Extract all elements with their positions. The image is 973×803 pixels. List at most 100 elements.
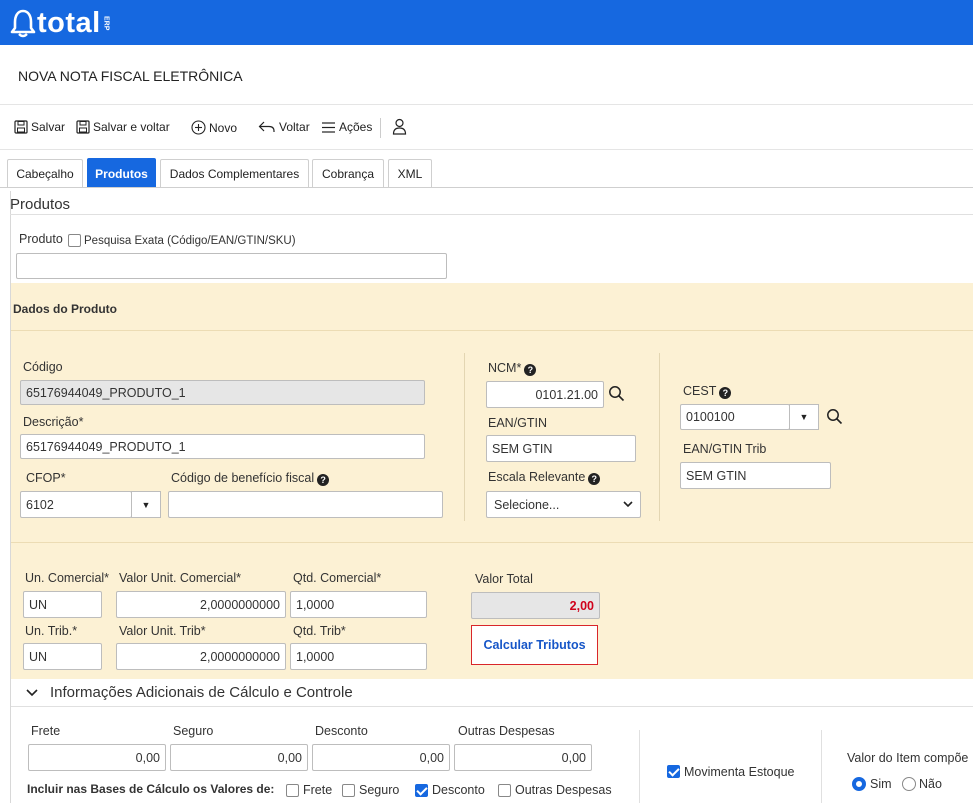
help-icon[interactable]: ? — [588, 473, 601, 485]
nao-radio-label: Não — [919, 777, 942, 791]
save-icon — [76, 120, 90, 134]
column-divider — [464, 353, 465, 521]
actions-menu-button[interactable]: Ações — [321, 120, 372, 134]
save-button[interactable]: Salvar — [14, 120, 65, 134]
valor-item-label: Valor do Item compõe — [847, 751, 969, 765]
cest-field[interactable]: 0100100 — [680, 404, 790, 430]
valor-unit-trib-field[interactable]: 2,0000000000 — [116, 643, 286, 670]
cest-dropdown-toggle[interactable]: ▼ — [789, 404, 819, 430]
bell-logo-icon — [10, 9, 36, 38]
plus-circle-icon — [191, 120, 206, 135]
cfop-label: CFOP* — [26, 471, 66, 485]
back-button[interactable]: Voltar — [258, 120, 310, 134]
desconto-field[interactable]: 0,00 — [312, 744, 450, 771]
tab-dados-complementares[interactable]: Dados Complementares — [160, 159, 309, 188]
valor-unit-trib-label: Valor Unit. Trib* — [119, 624, 206, 638]
brand-logo[interactable]: total ERP — [10, 6, 110, 40]
help-icon[interactable]: ? — [719, 387, 732, 399]
movimenta-estoque-checkbox[interactable] — [667, 765, 680, 778]
valor-unit-comercial-label: Valor Unit. Comercial* — [119, 571, 242, 585]
un-comercial-label: Un. Comercial* — [25, 571, 110, 585]
new-button-label: Novo — [209, 120, 238, 135]
calcular-tributos-button[interactable]: Calcular Tributos — [471, 625, 598, 665]
panel-divider — [11, 330, 973, 331]
panel-divider — [11, 542, 973, 543]
save-button-label: Salvar — [31, 120, 66, 134]
search-icon[interactable] — [608, 385, 625, 402]
seguro-checkbox-label: Seguro — [359, 783, 400, 797]
caret-down-icon: ▼ — [141, 499, 151, 510]
tab-cobranca[interactable]: Cobrança — [312, 159, 384, 188]
valor-total-value: 2,00 — [569, 598, 594, 613]
page-title: NOVA NOTA FISCAL ELETRÔNICA — [18, 68, 243, 84]
help-icon[interactable]: ? — [317, 474, 330, 486]
toolbar-divider — [380, 118, 381, 138]
frete-checkbox[interactable] — [286, 784, 299, 797]
seguro-checkbox[interactable] — [342, 784, 355, 797]
frete-label: Frete — [31, 724, 61, 738]
frete-field[interactable]: 0,00 — [28, 744, 166, 771]
outras-despesas-field[interactable]: 0,00 — [454, 744, 592, 771]
back-button-label: Voltar — [279, 120, 310, 134]
ncm-label-text: NCM* — [488, 361, 522, 375]
section-title-produtos: Produtos — [10, 196, 71, 213]
cfop-field[interactable]: 6102 — [20, 491, 132, 518]
search-icon[interactable] — [826, 408, 843, 425]
section-divider — [10, 214, 973, 215]
save-and-back-button[interactable]: Salvar e voltar — [76, 120, 170, 134]
desconto-checkbox[interactable] — [415, 784, 428, 797]
tab-xml[interactable]: XML — [388, 159, 432, 188]
back-arrow-icon — [258, 121, 275, 132]
frete-checkbox-label: Frete — [303, 783, 333, 797]
beneficio-field[interactable] — [168, 491, 443, 518]
qtd-comercial-label: Qtd. Comercial* — [293, 571, 382, 585]
column-divider — [821, 730, 822, 803]
cest-label: CEST? — [683, 384, 732, 399]
user-icon — [392, 118, 407, 135]
valor-unit-comercial-field[interactable]: 2,0000000000 — [116, 591, 286, 618]
ncm-label: NCM*? — [488, 361, 537, 376]
qtd-comercial-field[interactable]: 1,0000 — [290, 591, 427, 618]
escala-label: Escala Relevante? — [488, 470, 601, 485]
menu-icon — [322, 121, 335, 133]
caret-down-icon: ▼ — [799, 412, 809, 422]
valor-total-label: Valor Total — [475, 572, 533, 586]
un-comercial-field[interactable]: UN — [23, 591, 102, 618]
chevron-down-icon[interactable] — [26, 689, 38, 697]
top-bar: total ERP — [0, 0, 973, 45]
help-icon[interactable]: ? — [524, 364, 537, 376]
ncm-field[interactable]: 0101.21.00 — [486, 381, 604, 408]
escala-select[interactable]: Selecione... — [486, 491, 641, 518]
tab-produtos[interactable]: Produtos — [87, 158, 156, 188]
tab-cabecalho[interactable]: Cabeçalho — [7, 159, 83, 188]
movimenta-estoque-label: Movimenta Estoque — [684, 765, 795, 779]
toolbar: Salvar Salvar e voltar Novo Voltar Ações — [0, 104, 973, 150]
new-button[interactable]: Novo — [191, 120, 237, 135]
cfop-dropdown-toggle[interactable]: ▼ — [131, 491, 161, 518]
seguro-field[interactable]: 0,00 — [170, 744, 308, 771]
sim-radio-label: Sim — [870, 777, 892, 791]
ean-trib-field[interactable]: SEM GTIN — [680, 462, 831, 489]
brand-name: total — [37, 6, 101, 39]
un-trib-field[interactable]: UN — [23, 643, 102, 670]
nao-radio[interactable] — [902, 777, 916, 791]
tabs-divider — [0, 187, 973, 188]
beneficio-label-text: Código de benefício fiscal — [171, 471, 315, 485]
info-section-title: Informações Adicionais de Cálculo e Cont… — [50, 684, 353, 701]
ean-trib-label: EAN/GTIN Trib — [683, 442, 767, 456]
bases-calculo-label: Incluir nas Bases de Cálculo os Valores … — [27, 782, 275, 796]
descricao-label: Descrição* — [23, 415, 84, 429]
outras-despesas-checkbox[interactable] — [498, 784, 511, 797]
qtd-trib-field[interactable]: 1,0000 — [290, 643, 427, 670]
ean-field[interactable]: SEM GTIN — [486, 435, 636, 462]
beneficio-label: Código de benefício fiscal? — [171, 471, 330, 486]
descricao-field[interactable]: 65176944049_PRODUTO_1 — [20, 434, 425, 459]
chevron-down-icon — [623, 501, 633, 508]
brand-suffix: ERP — [102, 15, 110, 31]
user-button[interactable] — [392, 118, 410, 135]
tab-bar: Cabeçalho Produtos Dados Complementares … — [0, 158, 973, 188]
produto-search-input[interactable] — [16, 253, 447, 279]
sim-radio[interactable] — [852, 777, 866, 791]
product-data-title: Dados do Produto — [13, 302, 117, 316]
exact-search-checkbox[interactable] — [68, 234, 81, 247]
